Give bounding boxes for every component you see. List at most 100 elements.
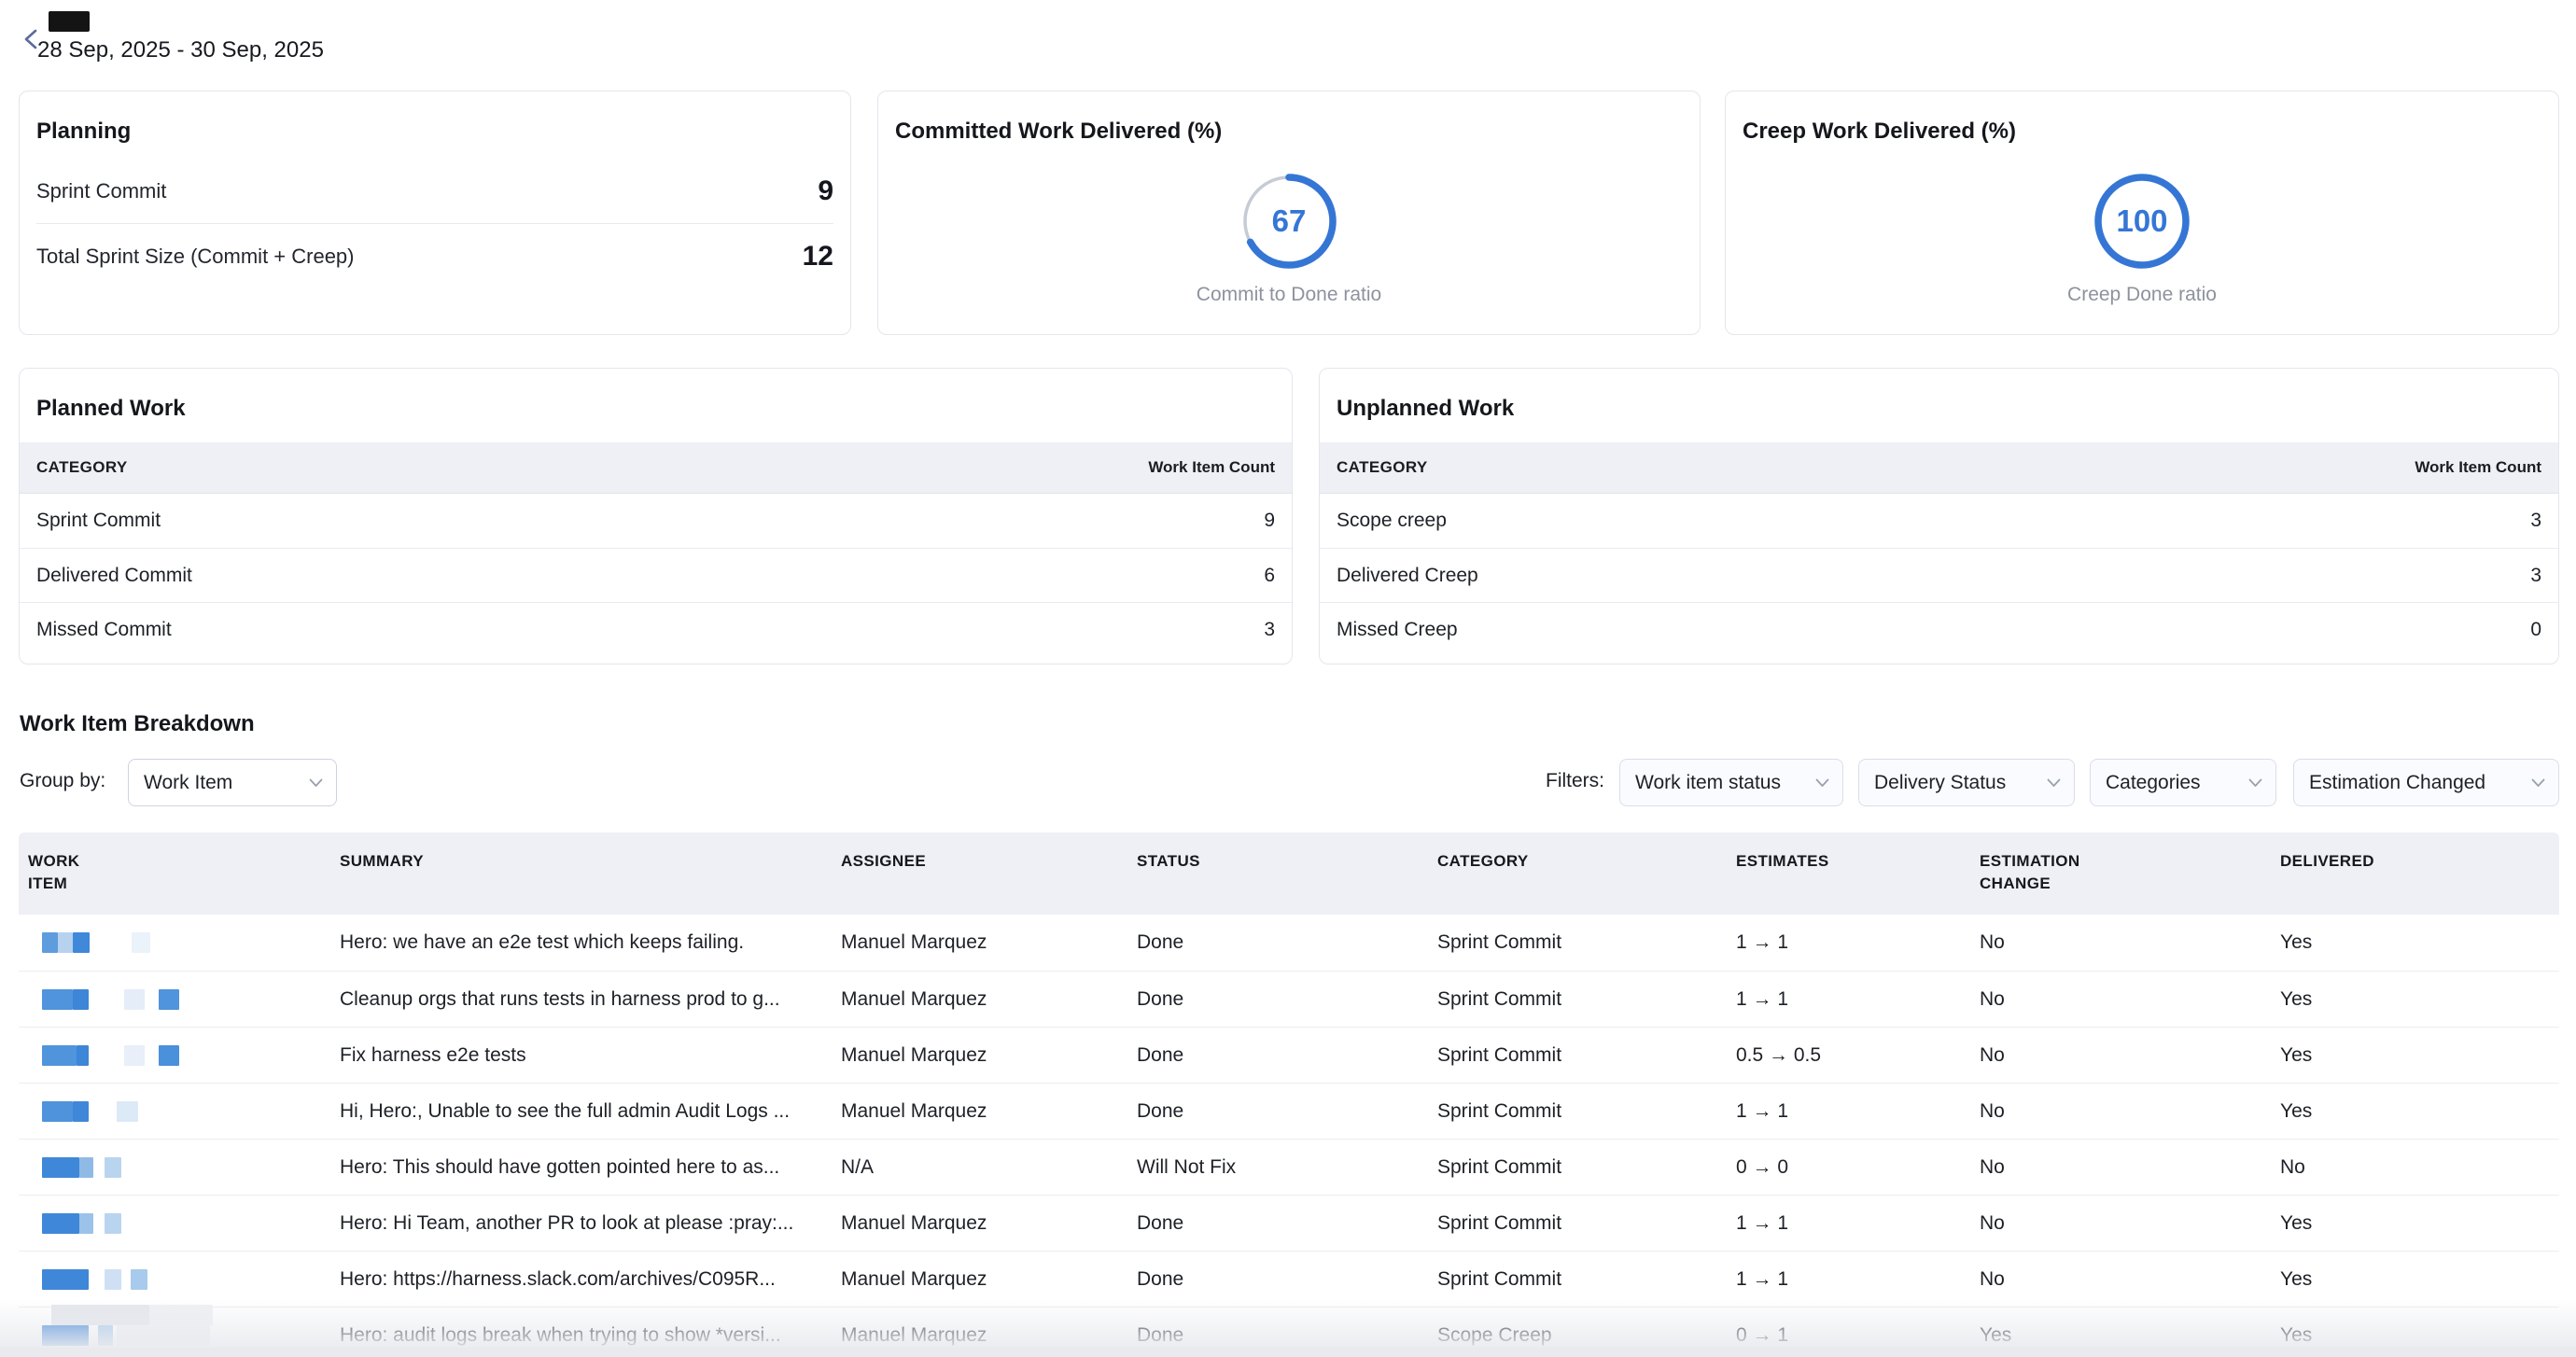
category-cell: Sprint Commit bbox=[1428, 1044, 1727, 1067]
work-item-id-redaction bbox=[105, 1157, 121, 1178]
estimates-cell: 1 → 1 bbox=[1727, 931, 1970, 954]
delivered-cell: Yes bbox=[2271, 931, 2559, 954]
estimation-change-cell: No bbox=[1970, 1212, 2271, 1235]
summary-cell: Hero: https://harness.slack.com/archives… bbox=[330, 1268, 832, 1291]
work-item-id-redaction bbox=[42, 1101, 73, 1122]
estimation-change-cell: Yes bbox=[1970, 1324, 2271, 1347]
planning-metrics: Sprint Commit 9 Total Sprint Size (Commi… bbox=[36, 159, 833, 288]
chevron-down-icon bbox=[2047, 778, 2061, 788]
table-column-header: ESTIMATION CHANGE bbox=[1970, 850, 2271, 895]
filter-categories[interactable]: Categories bbox=[2090, 759, 2276, 806]
work-item-id-cell bbox=[19, 1325, 330, 1346]
work-item-id-redaction bbox=[105, 1269, 121, 1290]
status-cell: Done bbox=[1127, 931, 1428, 954]
category-cell: Sprint Commit bbox=[1428, 1268, 1727, 1291]
date-range: 28 Sep, 2025 - 30 Sep, 2025 bbox=[37, 37, 324, 63]
planning-metric-row: Total Sprint Size (Commit + Creep) 12 bbox=[36, 223, 833, 288]
work-item-id-cell bbox=[19, 1101, 330, 1122]
category-cell: Sprint Commit bbox=[1428, 988, 1727, 1011]
creep-gauge: 100 bbox=[2091, 170, 2193, 273]
category-count: 0 bbox=[2530, 619, 2541, 641]
status-cell: Done bbox=[1127, 1212, 1428, 1235]
creep-gauge-caption: Creep Done ratio bbox=[1726, 284, 2558, 306]
delivered-cell: Yes bbox=[2271, 988, 2559, 1011]
metric-value: 9 bbox=[818, 175, 833, 207]
work-item-row[interactable]: Hero: we have an e2e test which keeps fa… bbox=[19, 915, 2559, 971]
group-by-label: Group by: bbox=[20, 770, 105, 792]
column-work-item-count: Work Item Count bbox=[1148, 458, 1275, 477]
category-cell: Sprint Commit bbox=[1428, 1156, 1727, 1179]
work-item-id-redaction bbox=[42, 1325, 89, 1346]
work-item-id-cell bbox=[19, 1269, 330, 1290]
group-by-dropdown[interactable]: Work Item bbox=[128, 759, 337, 806]
summary-cell: Hero: This should have gotten pointed he… bbox=[330, 1156, 832, 1179]
assignee-cell: Manuel Marquez bbox=[832, 1044, 1127, 1067]
delivered-cell: Yes bbox=[2271, 1044, 2559, 1067]
group-by-value: Work Item bbox=[144, 772, 232, 794]
work-item-row[interactable]: Cleanup orgs that runs tests in harness … bbox=[19, 971, 2559, 1027]
status-cell: Will Not Fix bbox=[1127, 1156, 1428, 1179]
category-label: Delivered Creep bbox=[1337, 565, 1478, 587]
work-item-id-redaction bbox=[77, 1045, 89, 1066]
work-item-row[interactable]: Hero: Hi Team, another PR to look at ple… bbox=[19, 1195, 2559, 1251]
work-item-row[interactable]: Fix harness e2e tests Manuel Marquez Don… bbox=[19, 1027, 2559, 1083]
assignee-cell: Manuel Marquez bbox=[832, 1212, 1127, 1235]
report-title-redaction bbox=[49, 11, 90, 32]
category-row: Delivered Commit 6 bbox=[20, 548, 1292, 602]
work-item-id-redaction bbox=[105, 1213, 121, 1234]
committed-gauge-value: 67 bbox=[1238, 170, 1340, 273]
work-item-id-redaction bbox=[159, 989, 179, 1010]
creep-card-title: Creep Work Delivered (%) bbox=[1743, 118, 2016, 146]
category-label: Sprint Commit bbox=[36, 510, 161, 532]
breakdown-table-body: Hero: we have an e2e test which keeps fa… bbox=[19, 915, 2559, 1357]
estimates-cell: 0 → 0 bbox=[1727, 1156, 1970, 1179]
estimation-change-cell: No bbox=[1970, 931, 2271, 954]
category-cell: Sprint Commit bbox=[1428, 1100, 1727, 1123]
table-column-header: STATUS bbox=[1127, 850, 1428, 873]
filter-delivery-status[interactable]: Delivery Status bbox=[1858, 759, 2075, 806]
estimation-change-cell: No bbox=[1970, 1156, 2271, 1179]
chevron-down-icon bbox=[1815, 778, 1829, 788]
category-row: Scope creep 3 bbox=[1320, 494, 2558, 548]
summary-cell: Cleanup orgs that runs tests in harness … bbox=[330, 988, 832, 1011]
breakdown-table-header: WORK ITEMSUMMARYASSIGNEESTATUSCATEGORYES… bbox=[19, 832, 2559, 915]
bottom-cutoff-bar bbox=[0, 1348, 2576, 1357]
unplanned-work-card: Unplanned Work CATEGORY Work Item Count … bbox=[1319, 368, 2559, 665]
work-item-id-redaction bbox=[42, 1269, 89, 1290]
faded-id-redaction-segment bbox=[149, 1305, 213, 1325]
planning-card: Planning Sprint Commit 9 Total Sprint Si… bbox=[19, 91, 851, 335]
work-item-row[interactable]: Hero: https://harness.slack.com/archives… bbox=[19, 1251, 2559, 1307]
category-row: Delivered Creep 3 bbox=[1320, 548, 2558, 602]
planned-work-header: CATEGORY Work Item Count bbox=[20, 442, 1292, 494]
work-item-row[interactable]: Hi, Hero:, Unable to see the full admin … bbox=[19, 1083, 2559, 1139]
work-item-id-redaction bbox=[73, 1101, 89, 1122]
category-count: 6 bbox=[1264, 565, 1275, 587]
work-item-id-redaction bbox=[98, 1325, 113, 1346]
work-item-id-redaction bbox=[42, 1045, 77, 1066]
assignee-cell: Manuel Marquez bbox=[832, 1324, 1127, 1347]
status-cell: Done bbox=[1127, 988, 1428, 1011]
work-item-id-redaction bbox=[79, 1213, 93, 1234]
work-item-id-cell bbox=[19, 932, 330, 953]
filter-work-item-status[interactable]: Work item status bbox=[1619, 759, 1843, 806]
work-item-id-redaction bbox=[124, 989, 145, 1010]
work-item-id-cell bbox=[19, 1157, 330, 1178]
work-item-id-cell bbox=[19, 1045, 330, 1066]
delivered-cell: Yes bbox=[2271, 1324, 2559, 1347]
planning-card-title: Planning bbox=[36, 118, 131, 146]
work-item-id-redaction bbox=[42, 932, 58, 953]
status-cell: Done bbox=[1127, 1100, 1428, 1123]
summary-cell: Hero: Hi Team, another PR to look at ple… bbox=[330, 1212, 832, 1235]
assignee-cell: Manuel Marquez bbox=[832, 1268, 1127, 1291]
chevron-down-icon bbox=[309, 778, 323, 788]
work-item-row[interactable]: Hero: This should have gotten pointed he… bbox=[19, 1139, 2559, 1195]
work-item-id-redaction bbox=[58, 932, 73, 953]
delivered-cell: Yes bbox=[2271, 1212, 2559, 1235]
filter-estimation-changed[interactable]: Estimation Changed bbox=[2293, 759, 2559, 806]
work-item-id-redaction bbox=[132, 932, 150, 953]
estimates-cell: 1 → 1 bbox=[1727, 1100, 1970, 1123]
filters-label: Filters: bbox=[1546, 770, 1604, 792]
column-category: CATEGORY bbox=[1337, 458, 1428, 477]
committed-gauge: 67 bbox=[1238, 170, 1340, 273]
work-item-id-redaction bbox=[124, 1045, 145, 1066]
